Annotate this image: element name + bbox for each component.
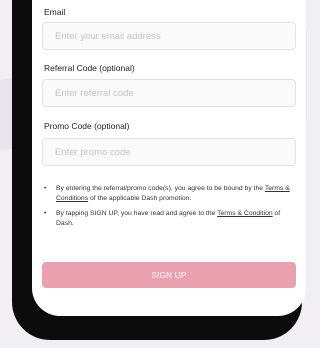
bullet-icon: • <box>44 185 47 192</box>
signup-button[interactable]: SIGN UP <box>42 262 296 288</box>
email-label: Email <box>44 7 66 17</box>
promo-code-label: Promo Code (optional) <box>44 121 130 131</box>
referral-code-label: Referral Code (optional) <box>44 63 135 73</box>
referral-terms-text: By entering the referral/promo code(s), … <box>56 185 264 192</box>
signup-screen: Email Referral Code (optional) Promo Cod… <box>32 0 306 316</box>
email-field[interactable] <box>42 22 296 50</box>
promo-code-field[interactable] <box>42 138 296 166</box>
referral-terms-note: • By entering the referral/promo code(s)… <box>44 184 296 203</box>
terms-condition-link[interactable]: Terms & Condition <box>217 210 273 217</box>
terms-notes: • By entering the referral/promo code(s)… <box>44 184 296 234</box>
referral-terms-text-end: of the applicable Dash promotion. <box>90 194 192 202</box>
bullet-icon: • <box>44 210 47 218</box>
signup-terms-note: • By tapping SIGN UP, you have read and … <box>44 209 296 228</box>
signup-terms-text: By tapping SIGN UP, you have read and ag… <box>56 210 216 218</box>
referral-code-field[interactable] <box>42 79 296 107</box>
phone-frame: Email Referral Code (optional) Promo Cod… <box>12 0 306 340</box>
